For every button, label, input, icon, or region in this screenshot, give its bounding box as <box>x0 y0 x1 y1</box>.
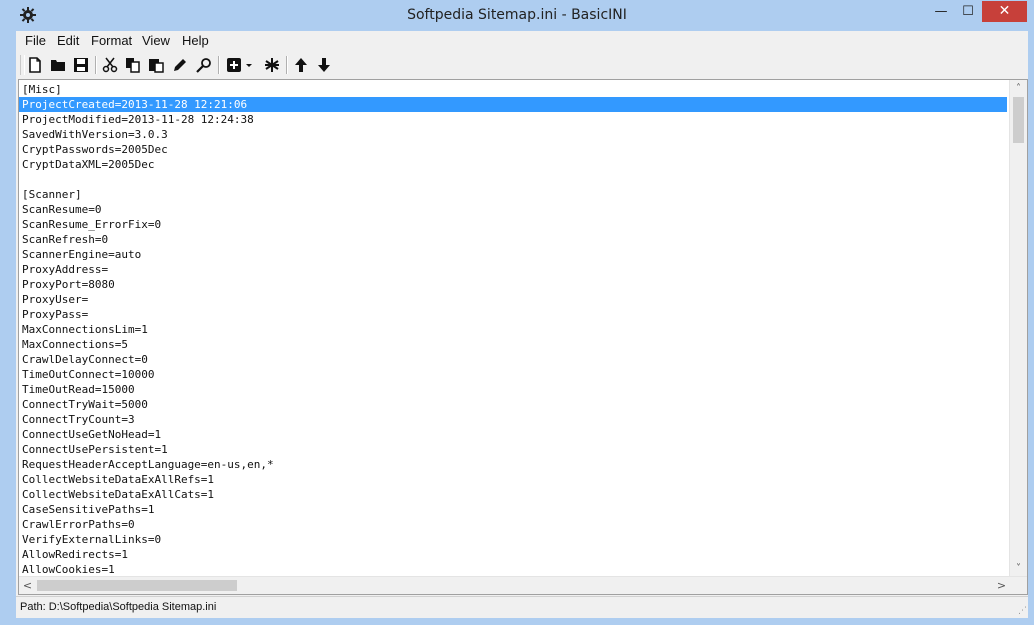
editor-line[interactable]: [Misc] <box>19 82 1007 97</box>
vertical-scrollbar[interactable]: ˄ ˅ <box>1009 80 1027 577</box>
toolbar-separator <box>95 56 97 74</box>
scroll-right-button[interactable]: > <box>993 577 1010 594</box>
editor-line[interactable]: VerifyExternalLinks=0 <box>19 532 1007 547</box>
paste-icon[interactable] <box>145 54 167 76</box>
editor-line[interactable]: ProxyAddress= <box>19 262 1007 277</box>
horizontal-scrollbar[interactable]: < > <box>19 576 1027 594</box>
maximize-button[interactable]: ☐ <box>955 1 981 22</box>
menu-file[interactable]: File <box>25 33 46 49</box>
editor-line[interactable]: CryptPasswords=2005Dec <box>19 142 1007 157</box>
editor-line[interactable]: CaseSensitivePaths=1 <box>19 502 1007 517</box>
editor-line[interactable]: RequestHeaderAcceptLanguage=en-us,en,* <box>19 457 1007 472</box>
toolbar-separator <box>286 56 288 74</box>
editor-line[interactable]: MaxConnections=5 <box>19 337 1007 352</box>
editor-line[interactable]: ConnectUseGetNoHead=1 <box>19 427 1007 442</box>
editor-line[interactable]: AllowCookies=1 <box>19 562 1007 577</box>
editor-line[interactable]: ProjectCreated=2013-11-28 12:21:06 <box>19 97 1007 112</box>
scroll-up-button[interactable]: ˄ <box>1010 80 1027 97</box>
menu-help[interactable]: Help <box>182 33 209 49</box>
menu-bar: File Edit Format View Help <box>16 31 1028 51</box>
editor-line[interactable]: ProxyPass= <box>19 307 1007 322</box>
horizontal-scroll-thumb[interactable] <box>37 580 237 591</box>
editor-line[interactable]: ProxyPort=8080 <box>19 277 1007 292</box>
save-icon[interactable] <box>70 54 92 76</box>
editor-line[interactable]: CollectWebsiteDataExAllRefs=1 <box>19 472 1007 487</box>
editor-line[interactable]: ProxyUser= <box>19 292 1007 307</box>
title-bar[interactable]: Softpedia Sitemap.ini - BasicINI — ☐ ✕ <box>0 0 1034 31</box>
editor-line[interactable]: ScanResume_ErrorFix=0 <box>19 217 1007 232</box>
editor-line[interactable]: ConnectTryWait=5000 <box>19 397 1007 412</box>
status-path: Path: D:\Softpedia\Softpedia Sitemap.ini <box>20 601 217 613</box>
editor-line[interactable]: ProjectModified=2013-11-28 12:24:38 <box>19 112 1007 127</box>
editor-line[interactable]: ConnectTryCount=3 <box>19 412 1007 427</box>
editor-lines[interactable]: [Misc] ProjectCreated=2013-11-28 12:21:06… <box>19 82 1007 577</box>
open-folder-icon[interactable] <box>47 54 69 76</box>
editor-line[interactable]: ScanResume=0 <box>19 202 1007 217</box>
dropdown-arrow-icon[interactable] <box>243 54 255 76</box>
asterisk-icon[interactable] <box>261 54 283 76</box>
editor-line[interactable]: SavedWithVersion=3.0.3 <box>19 127 1007 142</box>
editor-line[interactable]: CryptDataXML=2005Dec <box>19 157 1007 172</box>
editor-line[interactable] <box>19 172 1007 187</box>
menu-format[interactable]: Format <box>91 33 132 49</box>
menu-edit[interactable]: Edit <box>57 33 79 49</box>
edit-pencil-icon[interactable] <box>169 54 191 76</box>
editor-line[interactable]: TimeOutRead=15000 <box>19 382 1007 397</box>
insert-section-icon[interactable] <box>223 54 245 76</box>
editor-line[interactable]: MaxConnectionsLim=1 <box>19 322 1007 337</box>
copy-icon[interactable] <box>122 54 144 76</box>
scroll-down-button[interactable]: ˅ <box>1010 560 1027 577</box>
resize-grip-icon[interactable]: ⋰ <box>1015 605 1027 617</box>
editor-line[interactable]: CrawlDelayConnect=0 <box>19 352 1007 367</box>
app-window: Softpedia Sitemap.ini - BasicINI — ☐ ✕ F… <box>0 0 1034 625</box>
client-area: File Edit Format View Help [Misc] Projec… <box>16 31 1028 618</box>
editor-line[interactable]: CollectWebsiteDataExAllCats=1 <box>19 487 1007 502</box>
new-file-icon[interactable] <box>24 54 46 76</box>
editor-line[interactable]: AllowRedirects=1 <box>19 547 1007 562</box>
move-up-icon[interactable] <box>290 54 312 76</box>
editor-line[interactable]: TimeOutConnect=10000 <box>19 367 1007 382</box>
menu-view[interactable]: View <box>142 33 170 49</box>
toolbar <box>16 52 1028 78</box>
minimize-button[interactable]: — <box>929 1 953 22</box>
toolbar-separator <box>218 56 220 74</box>
editor-line[interactable]: ConnectUsePersistent=1 <box>19 442 1007 457</box>
window-title: Softpedia Sitemap.ini - BasicINI <box>407 7 627 23</box>
move-down-icon[interactable] <box>313 54 335 76</box>
scroll-left-button[interactable]: < <box>19 577 36 594</box>
vertical-scroll-thumb[interactable] <box>1013 97 1024 143</box>
cut-icon[interactable] <box>99 54 121 76</box>
editor-line[interactable]: [Scanner] <box>19 187 1007 202</box>
ini-editor[interactable]: [Misc] ProjectCreated=2013-11-28 12:21:06… <box>18 79 1028 595</box>
editor-line[interactable]: CrawlErrorPaths=0 <box>19 517 1007 532</box>
status-bar: Path: D:\Softpedia\Softpedia Sitemap.ini… <box>16 596 1028 618</box>
close-button[interactable]: ✕ <box>982 1 1027 22</box>
editor-line[interactable]: ScanRefresh=0 <box>19 232 1007 247</box>
find-icon[interactable] <box>193 54 215 76</box>
editor-line[interactable]: ScannerEngine=auto <box>19 247 1007 262</box>
